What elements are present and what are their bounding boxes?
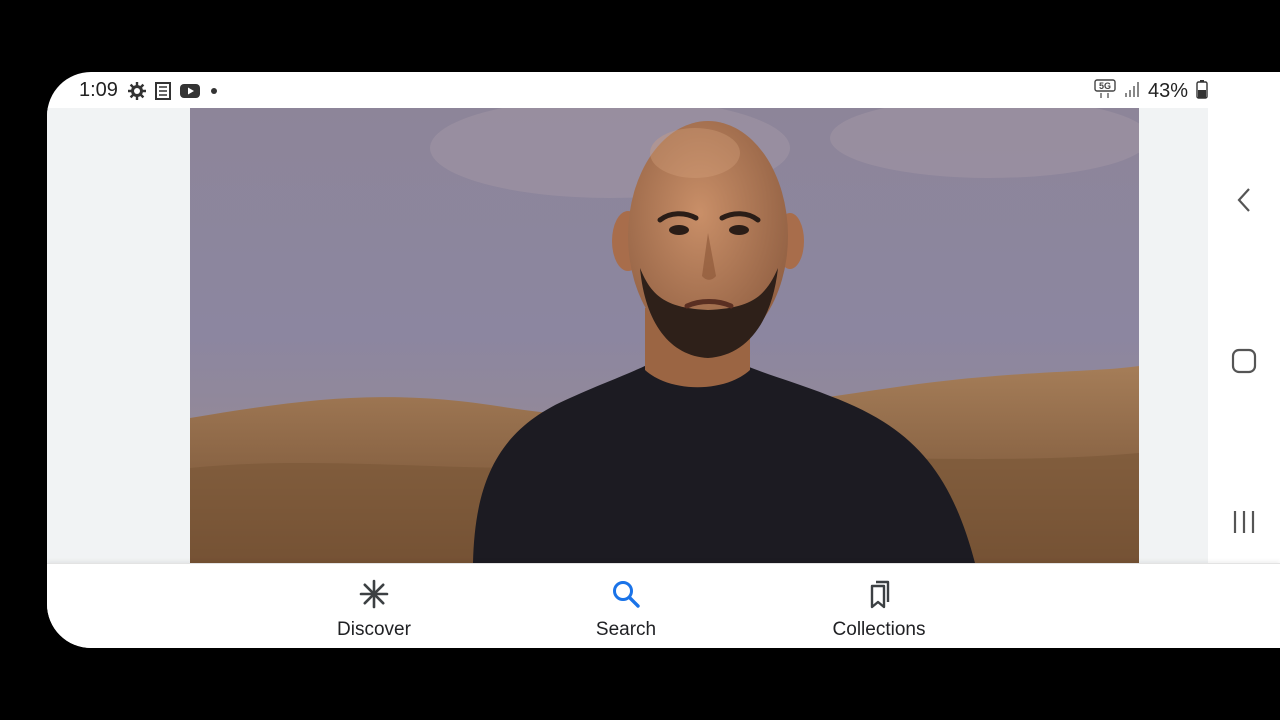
photo-illustration [190,108,1139,563]
back-icon[interactable] [1228,184,1260,216]
svg-text:5G: 5G [1099,81,1111,91]
home-icon[interactable] [1228,345,1260,377]
phone-screen: 1:09 5G 43% Discover Search Collections [47,72,1280,648]
nav-discover[interactable]: Discover [294,578,454,641]
nav-search-label: Search [595,619,657,640]
notification-icons [127,81,221,106]
system-nav-bar [1208,72,1280,563]
status-time: 1:09 [79,79,118,101]
youtube-icon [179,82,201,105]
status-bar: 1:09 5G 43% [47,72,1208,108]
5g-icon: 5G [1094,79,1116,104]
search-icon [610,578,642,615]
nav-collections[interactable]: Collections [799,578,959,641]
search-result-photo[interactable] [190,108,1139,563]
nav-discover-label: Discover [337,619,411,640]
recents-icon[interactable] [1228,506,1260,538]
dot-icon [207,84,221,103]
bottom-nav: Discover Search Collections [47,563,1280,648]
settings-icon [127,81,147,106]
status-right: 5G 43% [1094,79,1208,104]
nav-search[interactable]: Search [546,578,706,641]
discover-icon [358,578,390,615]
collections-icon [863,578,895,615]
image-viewer [47,108,1208,563]
battery-percent: 43% [1147,80,1188,102]
nav-collections-label: Collections [832,619,926,640]
signal-icon [1124,80,1140,103]
news-icon [153,81,173,106]
battery-icon [1196,79,1208,104]
